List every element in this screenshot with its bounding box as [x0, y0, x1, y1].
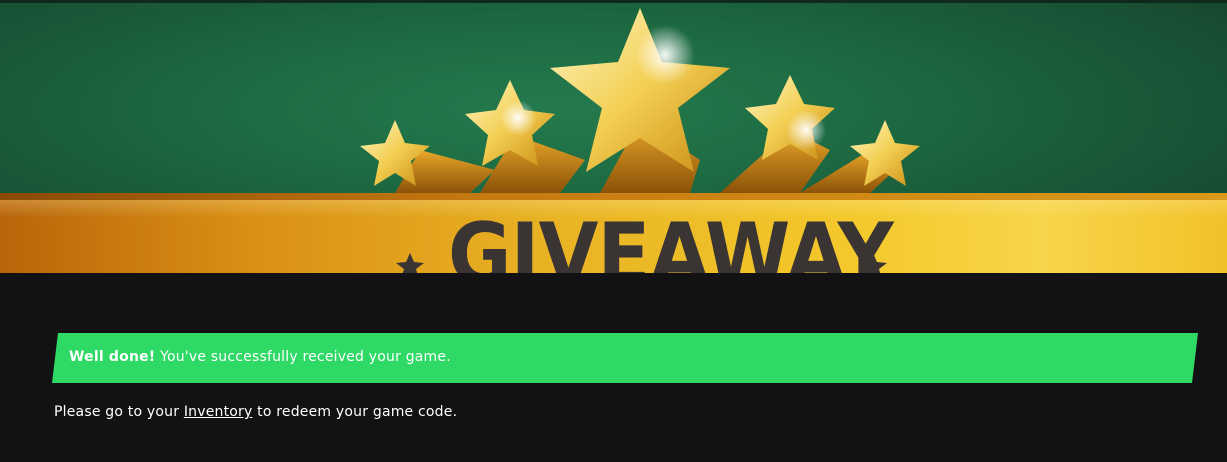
redeem-prefix: Please go to your — [54, 404, 180, 420]
redeem-instructions: Please go to your Inventory to redeem yo… — [54, 404, 457, 420]
main-content: Well done! You've successfully received … — [0, 273, 1227, 462]
alert-strong-text: Well done! — [69, 349, 156, 365]
redeem-suffix: to redeem your game code. — [257, 404, 458, 420]
alert-body-text: You've successfully received your game. — [160, 349, 451, 365]
giveaway-banner: GIVEAWAY — [0, 0, 1227, 273]
inventory-link[interactable]: Inventory — [184, 404, 253, 420]
giveaway-title: GIVEAWAY — [448, 205, 894, 273]
success-alert: Well done! You've successfully received … — [52, 333, 1198, 383]
small-star-icon — [396, 253, 424, 273]
alert-message: Well done! You've successfully received … — [69, 349, 451, 365]
